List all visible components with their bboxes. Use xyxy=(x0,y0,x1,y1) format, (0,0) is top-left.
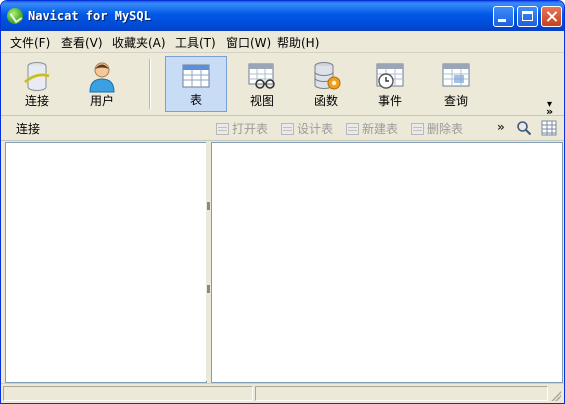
toolbar-event-button[interactable]: 事件 xyxy=(359,56,421,112)
title-bar[interactable]: Navicat for MySQL xyxy=(1,1,564,31)
toolbar-query-button[interactable]: 查询 xyxy=(425,56,487,112)
maximize-button[interactable] xyxy=(517,6,538,27)
object-pane-title: 连接 xyxy=(16,122,41,136)
new-table-button[interactable]: 新建表 xyxy=(346,120,398,137)
object-toolbar-overflow-button[interactable]: » xyxy=(497,120,505,134)
minimize-button[interactable] xyxy=(493,6,514,27)
toolbar-view-label: 视图 xyxy=(249,94,274,108)
event-icon xyxy=(376,63,404,89)
open-table-button[interactable]: 打开表 xyxy=(216,120,268,137)
menu-help[interactable]: 帮助(H) xyxy=(277,34,319,51)
menu-tools[interactable]: 工具(T) xyxy=(175,34,216,51)
splitter-grip-icon xyxy=(207,285,210,293)
toolbar-user-label: 用户 xyxy=(89,94,114,108)
menu-bar: 文件(F) 查看(V) 收藏夹(A) 工具(T) 窗口(W) 帮助(H) xyxy=(1,31,564,53)
toolbar-separator xyxy=(149,59,151,109)
window-title: Navicat for MySQL xyxy=(28,9,151,23)
toolbar-table-label: 表 xyxy=(189,93,202,107)
resize-grip-icon[interactable] xyxy=(551,391,561,401)
status-bar xyxy=(1,383,564,403)
menu-file[interactable]: 文件(F) xyxy=(10,34,50,51)
main-toolbar: 连接 用户 表 视图 函数 事件 查询 » ▾ xyxy=(1,53,564,118)
menu-window[interactable]: 窗口(W) xyxy=(226,34,271,51)
query-icon xyxy=(442,63,470,87)
connection-tree-pane[interactable] xyxy=(5,142,207,383)
delete-table-icon xyxy=(411,123,424,135)
open-table-icon xyxy=(216,123,229,135)
toolbar-query-label: 查询 xyxy=(443,94,468,108)
table-icon xyxy=(182,64,210,88)
toolbar-user-button[interactable]: 用户 xyxy=(71,56,133,112)
object-list-pane[interactable] xyxy=(211,142,563,383)
connection-icon xyxy=(24,62,50,91)
object-toolbar: 连接 打开表 设计表 新建表 删除表 » xyxy=(1,116,564,141)
toolbar-connection-button[interactable]: 连接 xyxy=(6,56,68,112)
list-view-icon[interactable] xyxy=(541,120,557,136)
design-table-button[interactable]: 设计表 xyxy=(281,120,333,137)
app-logo-icon xyxy=(7,8,23,24)
status-cell-left xyxy=(3,386,253,401)
user-icon xyxy=(89,62,115,93)
toolbar-connection-label: 连接 xyxy=(24,94,49,108)
toolbar-dropdown-icon[interactable]: ▾ xyxy=(547,99,552,110)
app-window: Navicat for MySQL 文件(F) 查看(V) 收藏夹(A) 工具(… xyxy=(0,0,565,404)
toolbar-function-label: 函数 xyxy=(313,94,338,108)
view-icon xyxy=(248,63,275,89)
toolbar-view-button[interactable]: 视图 xyxy=(231,56,293,112)
toolbar-event-label: 事件 xyxy=(377,94,402,108)
menu-favorites[interactable]: 收藏夹(A) xyxy=(112,34,166,51)
menu-view[interactable]: 查看(V) xyxy=(61,34,103,51)
splitter-grip-icon xyxy=(207,202,210,210)
design-table-icon xyxy=(281,123,294,135)
toolbar-function-button[interactable]: 函数 xyxy=(295,56,357,112)
function-icon xyxy=(314,62,341,90)
toolbar-table-button[interactable]: 表 xyxy=(165,56,227,112)
pane-splitter[interactable] xyxy=(206,142,210,381)
status-cell-right xyxy=(255,386,548,401)
close-button[interactable] xyxy=(541,6,562,27)
new-table-icon xyxy=(346,123,359,135)
search-icon[interactable] xyxy=(516,120,532,136)
delete-table-button[interactable]: 删除表 xyxy=(411,120,463,137)
